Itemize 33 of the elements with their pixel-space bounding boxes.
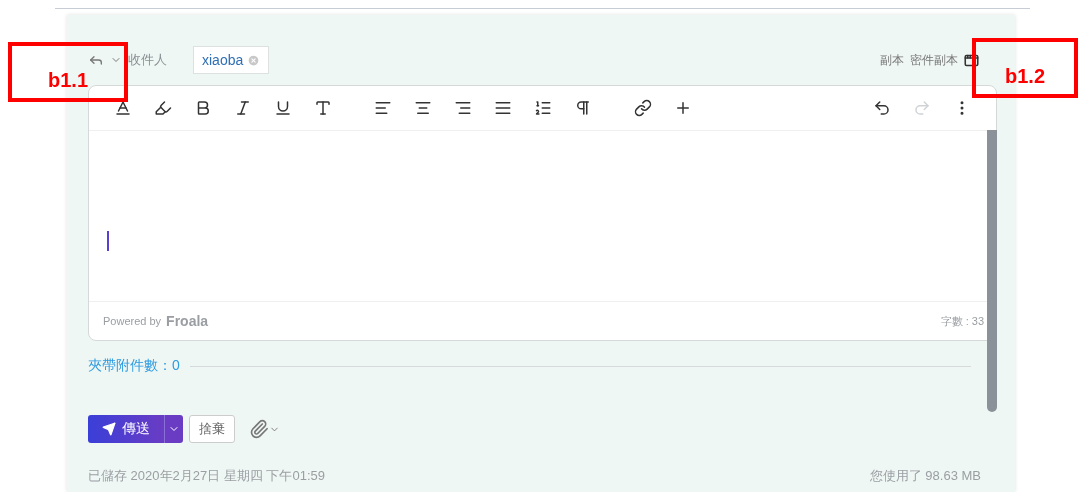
link-icon[interactable]: [634, 99, 652, 117]
powered-by-text: Powered by: [103, 315, 162, 327]
attachment-count: 夾帶附件數：0: [88, 357, 180, 375]
recipient-chip[interactable]: xiaoba: [193, 46, 270, 74]
recipient-label: 收件人: [128, 51, 167, 69]
ordered-list-icon[interactable]: [534, 99, 552, 117]
annotation-box: b1.1: [8, 42, 128, 102]
undo-icon[interactable]: [873, 99, 891, 117]
window-icon[interactable]: [964, 52, 979, 68]
saved-status: 已儲存 2020年2月27日 星期四 下午01:59: [88, 467, 325, 485]
paragraph-icon[interactable]: [574, 99, 592, 117]
text-color-icon[interactable]: [114, 99, 132, 117]
storage-usage: 您使用了 98.63 MB: [869, 467, 981, 485]
italic-icon[interactable]: [234, 99, 252, 117]
word-count: 字數 : 33: [940, 313, 984, 329]
annotation-box: b1.2: [972, 38, 1078, 98]
align-right-icon[interactable]: [454, 99, 472, 117]
insert-icon[interactable]: [674, 99, 692, 117]
font-size-icon[interactable]: [314, 99, 332, 117]
text-cursor: [107, 231, 109, 251]
cc-link[interactable]: 密件副本: [910, 51, 958, 69]
send-button[interactable]: 傳送: [88, 415, 164, 443]
send-icon: [102, 422, 116, 436]
justify-icon[interactable]: [494, 99, 512, 117]
scrollbar-thumb[interactable]: [987, 130, 997, 412]
attach-icon[interactable]: [249, 419, 280, 439]
underline-icon[interactable]: [274, 99, 292, 117]
discard-button[interactable]: 捨棄: [189, 415, 235, 443]
cc-link[interactable]: 副本: [880, 51, 904, 69]
send-options-button[interactable]: [164, 415, 183, 443]
highlighter-icon[interactable]: [154, 99, 172, 117]
align-left-icon[interactable]: [374, 99, 392, 117]
align-center-icon[interactable]: [414, 99, 432, 117]
